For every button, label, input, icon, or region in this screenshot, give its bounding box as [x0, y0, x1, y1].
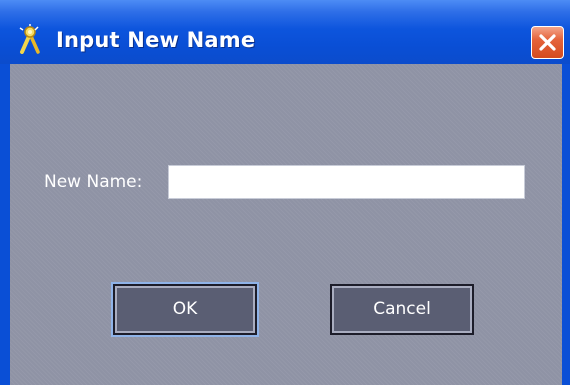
- new-name-label: New Name:: [44, 172, 143, 192]
- key-wizard-icon: [18, 24, 44, 54]
- new-name-input[interactable]: [168, 165, 525, 199]
- cancel-button[interactable]: Cancel: [330, 284, 474, 335]
- close-button[interactable]: [531, 26, 564, 59]
- dialog-body: New Name: OK Cancel: [10, 64, 562, 385]
- close-icon: [539, 34, 556, 51]
- dialog-window: Input New Name New Name: OK Cancel: [0, 0, 570, 385]
- title-bar[interactable]: Input New Name: [0, 0, 570, 64]
- dialog-title: Input New Name: [56, 28, 256, 52]
- ok-button[interactable]: OK: [113, 284, 257, 335]
